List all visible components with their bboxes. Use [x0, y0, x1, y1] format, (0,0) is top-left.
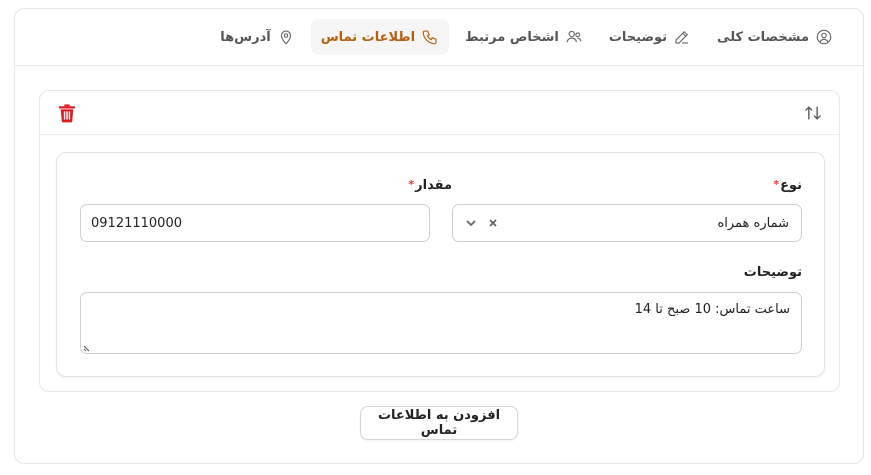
user-circle-icon	[816, 29, 832, 45]
tab-label: اطلاعات تماس	[320, 29, 416, 45]
required-mark: *	[408, 178, 415, 191]
tab-general-info[interactable]: مشخصات کلی	[707, 19, 843, 55]
contact-entry-header	[40, 91, 839, 135]
description-label: توضیحات	[743, 265, 802, 280]
required-mark: *	[773, 178, 780, 191]
clear-icon[interactable]	[487, 217, 499, 229]
chevron-down-icon[interactable]	[465, 217, 477, 229]
description-textarea[interactable]: ساعت تماس: 10 صبح تا 14	[80, 292, 802, 354]
map-pin-icon	[280, 30, 291, 45]
select-controls	[465, 217, 499, 229]
contact-entry: نوع* مقدار* شماره همراه توضیحات ساعت تما…	[39, 90, 840, 392]
type-label-text: نوع	[780, 178, 802, 193]
tab-descriptions[interactable]: توضیحات	[599, 19, 701, 55]
users-icon	[566, 30, 582, 43]
value-label-text: مقدار	[415, 178, 452, 193]
arrows-up-down-icon[interactable]	[803, 103, 823, 123]
type-select-value: شماره همراه	[717, 215, 789, 231]
edit-icon	[675, 30, 689, 44]
tab-addresses[interactable]: آدرس‌ها	[210, 19, 304, 55]
phone-icon	[422, 30, 437, 45]
contact-form-card: مشخصات کلی توضیحات اشخاص مرتبط اطلاعات ت…	[14, 8, 864, 464]
tab-contact-info[interactable]: اطلاعات تماس	[310, 19, 450, 55]
type-select[interactable]: شماره همراه	[452, 204, 802, 242]
tab-label: اشخاص مرتبط	[465, 29, 559, 45]
type-label: نوع*	[773, 178, 802, 193]
resize-handle-icon[interactable]	[83, 343, 92, 352]
tab-label: مشخصات کلی	[717, 29, 809, 45]
tab-label: توضیحات	[608, 29, 668, 45]
value-label: مقدار*	[408, 178, 452, 193]
tab-label: آدرس‌ها	[220, 29, 271, 45]
contact-entry-form: نوع* مقدار* شماره همراه توضیحات ساعت تما…	[56, 152, 825, 377]
tab-related-persons[interactable]: اشخاص مرتبط	[455, 19, 593, 55]
trash-icon[interactable]	[58, 103, 76, 123]
value-input[interactable]	[80, 204, 430, 242]
add-contact-button[interactable]: افزودن به اطلاعات تماس	[360, 406, 518, 440]
tab-bar: مشخصات کلی توضیحات اشخاص مرتبط اطلاعات ت…	[15, 9, 863, 66]
